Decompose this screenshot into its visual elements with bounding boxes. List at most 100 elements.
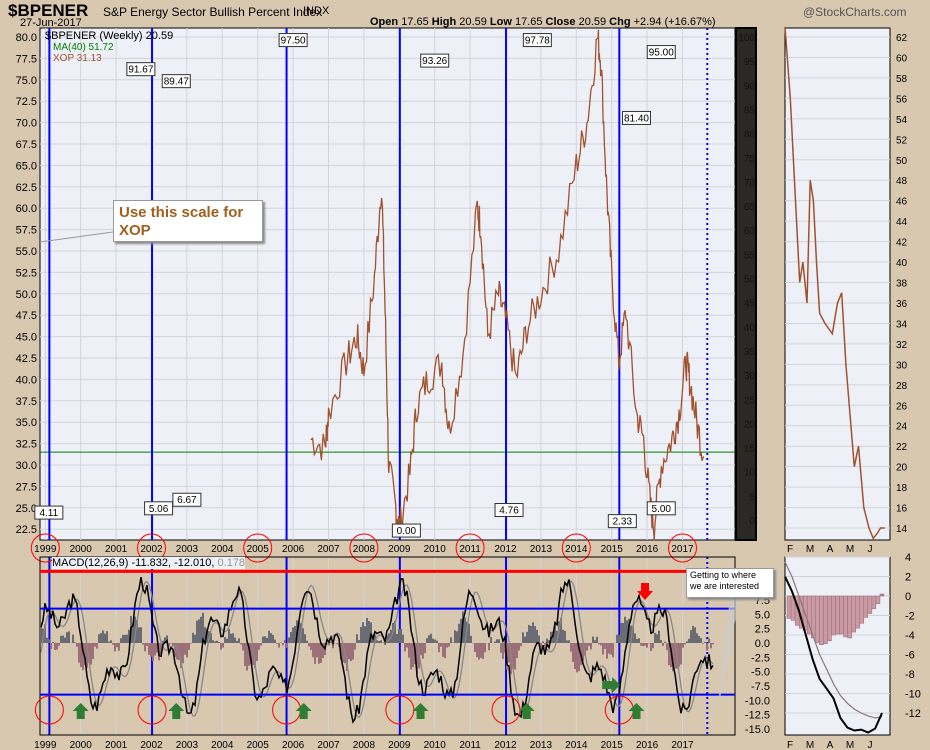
year-label: 2004 (211, 544, 234, 555)
bpi-flag-label: 93.26 (422, 56, 447, 67)
mini-histogram-bar (823, 595, 828, 645)
bpi-flag-label: 4.11 (39, 508, 58, 519)
macd-tick-label: -12.5 (745, 710, 770, 722)
year-label: 2011 (459, 740, 481, 750)
legend-macd: MACD(12,26,9) -11.832, -12.010, 0.178 (52, 557, 246, 569)
mini-tick-label: 38 (896, 279, 908, 290)
y-tick-label: 25.0 (16, 503, 37, 515)
mini-tick-label: 54 (896, 115, 908, 126)
year-label: 2002 (140, 740, 163, 750)
macd-hist-value: 0.178 (217, 557, 246, 569)
macd-tick-label: 2.5 (755, 624, 770, 636)
bpi-tick-label: 25 (744, 395, 756, 406)
interested-callout: Getting to where we are interested (686, 568, 774, 598)
year-label: 2002 (140, 544, 163, 555)
y-tick-label: 32.5 (16, 439, 37, 451)
mini-histogram-bar (875, 595, 881, 605)
legend-ma: MA(40) 51.72 (53, 42, 114, 53)
mini-histogram-bar (855, 595, 860, 629)
year-label: 2008 (353, 740, 376, 750)
mini-macd-tick-label: 4 (905, 552, 911, 564)
macd-tick-label: 5.0 (755, 609, 770, 621)
green-up-arrow-icon (412, 703, 429, 719)
year-label: 2005 (247, 544, 270, 555)
y-tick-label: 70.0 (16, 118, 37, 130)
y-tick-label: 37.5 (16, 396, 37, 408)
y-tick-label: 67.5 (16, 139, 37, 151)
bpi-flag-label: 95.00 (649, 48, 674, 59)
bpi-tick-label: 80 (744, 130, 756, 141)
bpi-tick-label: 70 (744, 178, 756, 189)
year-label: 2004 (211, 740, 234, 750)
bpi-tick-label: 100 (738, 33, 755, 44)
mini-histogram-bar (786, 595, 792, 619)
y-tick-label: 72.5 (16, 96, 37, 108)
bpi-flag-label: 5.00 (652, 504, 672, 515)
y-tick-label: 55.0 (16, 246, 37, 258)
y-tick-label: 27.5 (16, 481, 37, 493)
bpi-flag-label: 89.47 (164, 77, 189, 88)
bpi-flag-label: 91.67 (128, 65, 153, 76)
main-plot-area (39, 27, 736, 541)
mini-tick-label: 42 (896, 238, 908, 249)
bpi-tick-label: 40 (744, 323, 756, 334)
bpi-tick-label: 35 (744, 347, 756, 358)
year-label: 2010 (424, 544, 447, 555)
green-up-arrow-icon (295, 703, 312, 719)
y-tick-label: 75.0 (16, 75, 37, 87)
year-label: 2009 (388, 544, 411, 555)
mini-macd-tick-label: 2 (905, 572, 911, 584)
mini-macd-tick-label: -6 (905, 650, 915, 662)
y-tick-label: 35.0 (16, 417, 37, 429)
year-label: 2000 (70, 740, 93, 750)
mini-tick-label: 36 (896, 299, 908, 310)
month-label: F (787, 740, 793, 750)
year-label: 2007 (317, 740, 340, 750)
mini-tick-label: 58 (896, 74, 908, 85)
bpi-tick-label: 60 (744, 226, 756, 237)
bpi-flag-label: 81.40 (624, 113, 649, 124)
mini-histogram-bar (819, 595, 824, 645)
year-label: 2008 (353, 544, 376, 555)
bpi-flag-label: 6.67 (177, 495, 197, 506)
bpi-tick-label: 65 (744, 202, 756, 213)
year-label: 2001 (105, 740, 128, 750)
mini-macd-tick-label: -10 (905, 689, 921, 701)
year-label: 2009 (388, 740, 411, 750)
mini-tick-label: 34 (896, 319, 908, 330)
mini-macd-tick-label: -8 (905, 669, 915, 681)
mini-histogram-bar (867, 595, 873, 614)
bpi-tick-label: 0 (749, 516, 755, 527)
chart-canvas: 80.0 77.5 75.0 72.5 70.0 67.5 65.0 62.5 60.0 57.5… (16, 26, 921, 750)
bpi-tick-label: 85 (744, 105, 756, 116)
mini-tick-label: 48 (896, 176, 908, 187)
callout-pointer (716, 596, 740, 720)
mini-macd-tick-label: -12 (905, 708, 921, 720)
mini-macd-tick-label: -4 (905, 630, 915, 642)
y-tick-label: 60.0 (16, 203, 37, 215)
bpi-tick-label: 10 (744, 468, 756, 479)
green-up-arrow-icon (168, 703, 185, 719)
legend-bpener: $BPENER (Weekly) 20.59 (45, 30, 174, 42)
mini-histogram-bar (851, 595, 856, 633)
year-label: 2015 (601, 740, 624, 750)
month-label: F (787, 544, 793, 555)
year-label: 2013 (530, 740, 553, 750)
month-label: M (806, 740, 814, 750)
month-label: M (846, 544, 854, 555)
macd-values: -11.832, -12.010, (131, 557, 215, 569)
year-label: 2013 (530, 544, 553, 555)
year-label: 2017 (671, 740, 694, 750)
mini-histogram-bar (863, 595, 869, 618)
mini-tick-label: 40 (896, 258, 908, 269)
mini-histogram-bar (871, 595, 877, 609)
mini-tick-label: 56 (896, 94, 908, 105)
bpi-tick-label: 95 (744, 57, 756, 68)
year-label: 2003 (176, 740, 199, 750)
year-label: 2006 (282, 544, 305, 555)
green-up-arrow-icon (628, 703, 645, 719)
year-label: 2014 (565, 544, 588, 555)
year-label: 2005 (247, 740, 270, 750)
month-label: A (827, 544, 834, 555)
bpi-tick-label: 50 (744, 275, 756, 286)
